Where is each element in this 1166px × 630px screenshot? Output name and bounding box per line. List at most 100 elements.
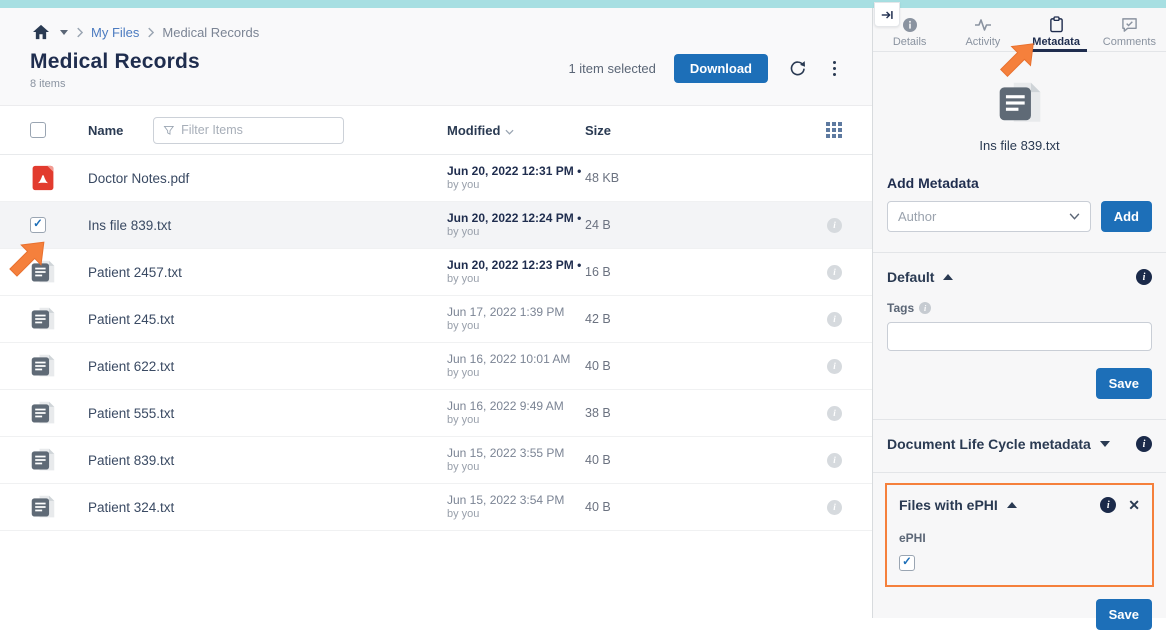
home-icon[interactable] [30, 22, 52, 42]
tags-info-icon[interactable]: i [919, 302, 931, 314]
activity-pulse-icon [974, 17, 992, 33]
recent-dot: • [577, 164, 581, 178]
tags-label: Tags [887, 301, 914, 315]
modified-by: by you [447, 461, 585, 475]
download-button[interactable]: Download [674, 54, 768, 83]
row-checkbox[interactable] [30, 217, 46, 233]
breadcrumb-chevron-icon [147, 27, 154, 38]
folder-header: My Files Medical Records Medical Records… [0, 8, 872, 106]
modified-date: Jun 16, 2022 9:49 AM [447, 399, 564, 413]
collapse-caret-icon[interactable] [1007, 502, 1017, 508]
modified-date: Jun 15, 2022 3:54 PM [447, 493, 564, 507]
table-row[interactable]: Ins file 839.txt Jun 20, 2022 12:24 PM •… [0, 202, 872, 249]
expand-caret-icon[interactable] [1100, 441, 1110, 447]
table-row[interactable]: Patient 245.txt Jun 17, 2022 1:39 PM • b… [0, 296, 872, 343]
more-options-icon[interactable] [827, 59, 842, 78]
row-info-icon[interactable]: i [827, 500, 842, 515]
ephi-section-title: Files with ePHI [899, 497, 998, 513]
modified-by: by you [447, 367, 585, 381]
collapse-arrow-icon [880, 8, 894, 22]
ephi-checkbox[interactable] [899, 555, 915, 571]
file-name[interactable]: Patient 324.txt [88, 500, 174, 515]
divider [873, 472, 1166, 473]
grid-view-icon[interactable] [826, 122, 842, 138]
breadcrumb-current-folder: Medical Records [162, 25, 259, 40]
clipboard-icon [1049, 16, 1064, 33]
modified-by: by you [447, 508, 585, 522]
modified-by: by you [447, 320, 585, 334]
ephi-info-icon[interactable]: i [1100, 497, 1116, 513]
row-info-icon[interactable]: i [827, 453, 842, 468]
modified-by: by you [447, 273, 585, 287]
default-info-icon[interactable]: i [1136, 269, 1152, 285]
file-name[interactable]: Patient 622.txt [88, 359, 174, 374]
add-metadata-heading: Add Metadata [887, 175, 1152, 191]
modified-date: Jun 20, 2022 12:31 PM [447, 164, 574, 178]
text-file-icon [30, 352, 56, 380]
recent-dot: • [577, 258, 581, 272]
collapse-panel-button[interactable] [874, 2, 900, 27]
file-name[interactable]: Patient 245.txt [88, 312, 174, 327]
table-row[interactable]: Patient 622.txt Jun 16, 2022 10:01 AM • … [0, 343, 872, 390]
metadata-type-select[interactable]: Author [887, 201, 1091, 232]
tags-input[interactable] [887, 322, 1152, 351]
file-size: 38 B [585, 406, 611, 420]
modified-date: Jun 17, 2022 1:39 PM [447, 305, 564, 319]
breadcrumb-chevron-icon [76, 27, 83, 38]
home-dropdown-caret[interactable] [60, 30, 68, 35]
file-browser-panel: My Files Medical Records Medical Records… [0, 8, 872, 618]
selection-count: 1 item selected [568, 61, 655, 76]
file-name[interactable]: Patient 839.txt [88, 453, 174, 468]
text-file-icon-large [995, 78, 1045, 128]
add-button[interactable]: Add [1101, 201, 1152, 232]
default-section-title: Default [887, 269, 934, 285]
text-file-icon [30, 446, 56, 474]
default-save-button[interactable]: Save [1096, 368, 1152, 399]
row-info-icon[interactable]: i [827, 406, 842, 421]
top-accent-bar [0, 0, 1166, 8]
select-all-checkbox[interactable] [30, 122, 46, 138]
chevron-down-icon [1069, 213, 1080, 220]
annotation-arrow-metadata-tab [994, 35, 1044, 81]
collapse-caret-icon[interactable] [943, 274, 953, 280]
ephi-section-highlighted: Files with ePHI i ✕ ePHI [885, 483, 1154, 587]
breadcrumb-my-files[interactable]: My Files [91, 25, 139, 40]
column-name[interactable]: Name [88, 123, 123, 138]
ephi-close-icon[interactable]: ✕ [1128, 498, 1140, 512]
file-size: 40 B [585, 500, 611, 514]
file-size: 48 KB [585, 171, 619, 185]
filter-items-input[interactable] [181, 123, 334, 137]
table-header: Name Modified Size [0, 106, 872, 155]
recent-dot: • [577, 211, 581, 225]
modified-date: Jun 16, 2022 10:01 AM [447, 352, 570, 366]
row-info-icon[interactable]: i [827, 312, 842, 327]
default-section: Default i Tags i Save [873, 269, 1166, 399]
row-info-icon[interactable]: i [827, 265, 842, 280]
column-size[interactable]: Size [585, 123, 611, 138]
ephi-save-button[interactable]: Save [1096, 599, 1152, 630]
refresh-icon[interactable] [786, 57, 809, 80]
table-row[interactable]: Doctor Notes.pdf Jun 20, 2022 12:31 PM •… [0, 155, 872, 202]
table-row[interactable]: Patient 839.txt Jun 15, 2022 3:55 PM • b… [0, 437, 872, 484]
table-row[interactable]: Patient 324.txt Jun 15, 2022 3:54 PM • b… [0, 484, 872, 531]
modified-by: by you [447, 226, 585, 240]
file-name[interactable]: Doctor Notes.pdf [88, 171, 189, 186]
table-row[interactable]: Patient 555.txt Jun 16, 2022 9:49 AM • b… [0, 390, 872, 437]
column-modified[interactable]: Modified [447, 123, 500, 138]
ephi-field-label: ePHI [899, 531, 926, 545]
comment-check-icon [1121, 17, 1138, 33]
row-info-icon[interactable]: i [827, 218, 842, 233]
divider [873, 419, 1166, 420]
file-name[interactable]: Ins file 839.txt [88, 218, 171, 233]
row-info-icon[interactable]: i [827, 359, 842, 374]
selected-file-name: Ins file 839.txt [979, 138, 1059, 153]
sort-caret-icon [505, 129, 514, 135]
divider [873, 252, 1166, 253]
table-row[interactable]: Patient 2457.txt Jun 20, 2022 12:23 PM •… [0, 249, 872, 296]
modified-by: by you [447, 414, 585, 428]
file-name[interactable]: Patient 2457.txt [88, 265, 182, 280]
file-name[interactable]: Patient 555.txt [88, 406, 174, 421]
file-size: 16 B [585, 265, 611, 279]
tab-comments[interactable]: Comments [1093, 13, 1166, 51]
dlc-info-icon[interactable]: i [1136, 436, 1152, 452]
